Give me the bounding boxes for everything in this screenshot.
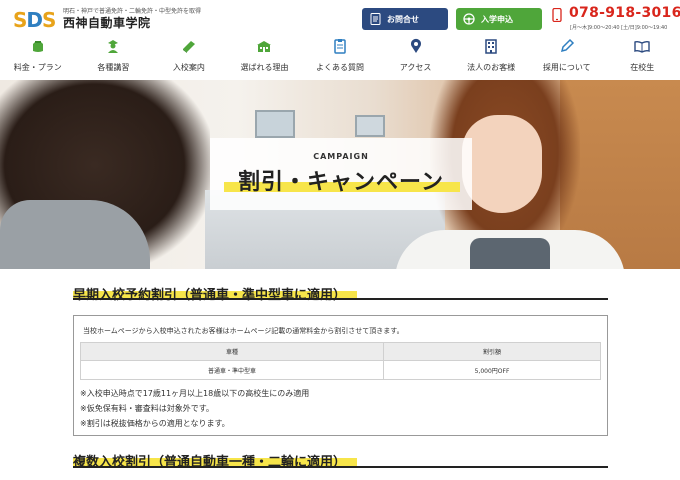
nav-item-corporate[interactable]: 法人のお客様 bbox=[453, 34, 529, 74]
table-header-discount: 割引額 bbox=[383, 342, 601, 361]
school-name[interactable]: 西神自動車学院 bbox=[63, 14, 151, 31]
instructor-icon bbox=[105, 38, 121, 58]
note-item: ※割引は税抜価格からの適用となります。 bbox=[80, 419, 230, 428]
nav-item-admission[interactable]: 入校案内 bbox=[151, 34, 227, 74]
contact-button[interactable]: お問合せ bbox=[362, 8, 448, 30]
page-title: 割引・キャンペーン bbox=[238, 170, 444, 195]
wallet-icon bbox=[30, 38, 46, 58]
discount-table: 車種 割引額 普通車・準中型車 5,000円OFF bbox=[80, 342, 601, 380]
nav-item-plans[interactable]: 料金・プラン bbox=[0, 34, 76, 74]
discount-intro: 当校ホームページから入校申込されたお客様はホームページ記載の通常料金から割引させ… bbox=[83, 327, 404, 335]
school-building-icon bbox=[256, 38, 272, 58]
site-logo[interactable]: SDS bbox=[13, 6, 59, 30]
business-hours: [月〜木]9:00〜20:40 [土/日]9:00〜19:40 bbox=[570, 25, 668, 31]
discount-panel: 当校ホームページから入校申込されたお客様はホームページ記載の通常料金から割引させ… bbox=[73, 315, 608, 436]
hero-photo-monitor bbox=[355, 115, 385, 137]
nav-item-courses[interactable]: 各種講習 bbox=[76, 34, 152, 74]
table-header-row: 車種 割引額 bbox=[80, 342, 601, 361]
book-icon bbox=[181, 38, 197, 58]
note-item: ※仮免保有料・審査料は対象外です。 bbox=[80, 404, 214, 413]
main-nav: 料金・プラン 各種講習 入校案内 選ばれる理由 よくある質問 アクセス 法人のお… bbox=[0, 34, 680, 74]
table-header-vehicle: 車種 bbox=[80, 342, 384, 361]
map-pin-icon bbox=[408, 38, 424, 58]
nav-item-recruit[interactable]: 採用について bbox=[529, 34, 605, 74]
contact-label: お問合せ bbox=[387, 14, 419, 24]
section-title-early-discount: 早期入校予約割引（普通車・準中型車に適用） bbox=[73, 288, 347, 303]
hero-photo-monitor bbox=[255, 110, 295, 138]
pencil-icon bbox=[559, 38, 575, 58]
table-row: 普通車・準中型車 5,000円OFF bbox=[80, 360, 601, 380]
document-icon bbox=[369, 13, 381, 25]
table-cell-vehicle: 普通車・準中型車 bbox=[80, 360, 384, 380]
phone-number[interactable]: 078-918-3016 bbox=[569, 5, 680, 21]
clipboard-icon bbox=[332, 38, 348, 58]
nav-item-access[interactable]: アクセス bbox=[378, 34, 454, 74]
hero-title-box: CAMPAIGN 割引・キャンペーン bbox=[210, 138, 472, 210]
office-building-icon bbox=[483, 38, 499, 58]
note-item: ※入校申込時点で17歳11ヶ月以上18歳以下の高校生にのみ適用 bbox=[80, 389, 310, 398]
hero-photo-staff-vest bbox=[470, 238, 550, 269]
nav-item-faq[interactable]: よくある質問 bbox=[302, 34, 378, 74]
apply-button[interactable]: 入学申込 bbox=[456, 8, 542, 30]
hero-photo-staff-face bbox=[462, 115, 542, 213]
table-cell-discount: 5,000円OFF bbox=[383, 360, 601, 380]
section-title-multiple-discount: 複数入校割引（普通自動車一種・二輪に適用） bbox=[73, 455, 347, 470]
hero-subtitle: CAMPAIGN bbox=[313, 152, 369, 161]
nav-item-reasons[interactable]: 選ばれる理由 bbox=[227, 34, 303, 74]
nav-item-students[interactable]: 在校生 bbox=[605, 34, 680, 74]
phone-icon bbox=[552, 7, 562, 23]
site-header: SDS 明石・神戸で普通免許・二輪免許・中型免許を取得 西神自動車学院 お問合せ… bbox=[0, 0, 680, 34]
steering-wheel-icon bbox=[463, 13, 475, 25]
open-book-icon bbox=[634, 38, 650, 58]
apply-label: 入学申込 bbox=[481, 14, 513, 24]
